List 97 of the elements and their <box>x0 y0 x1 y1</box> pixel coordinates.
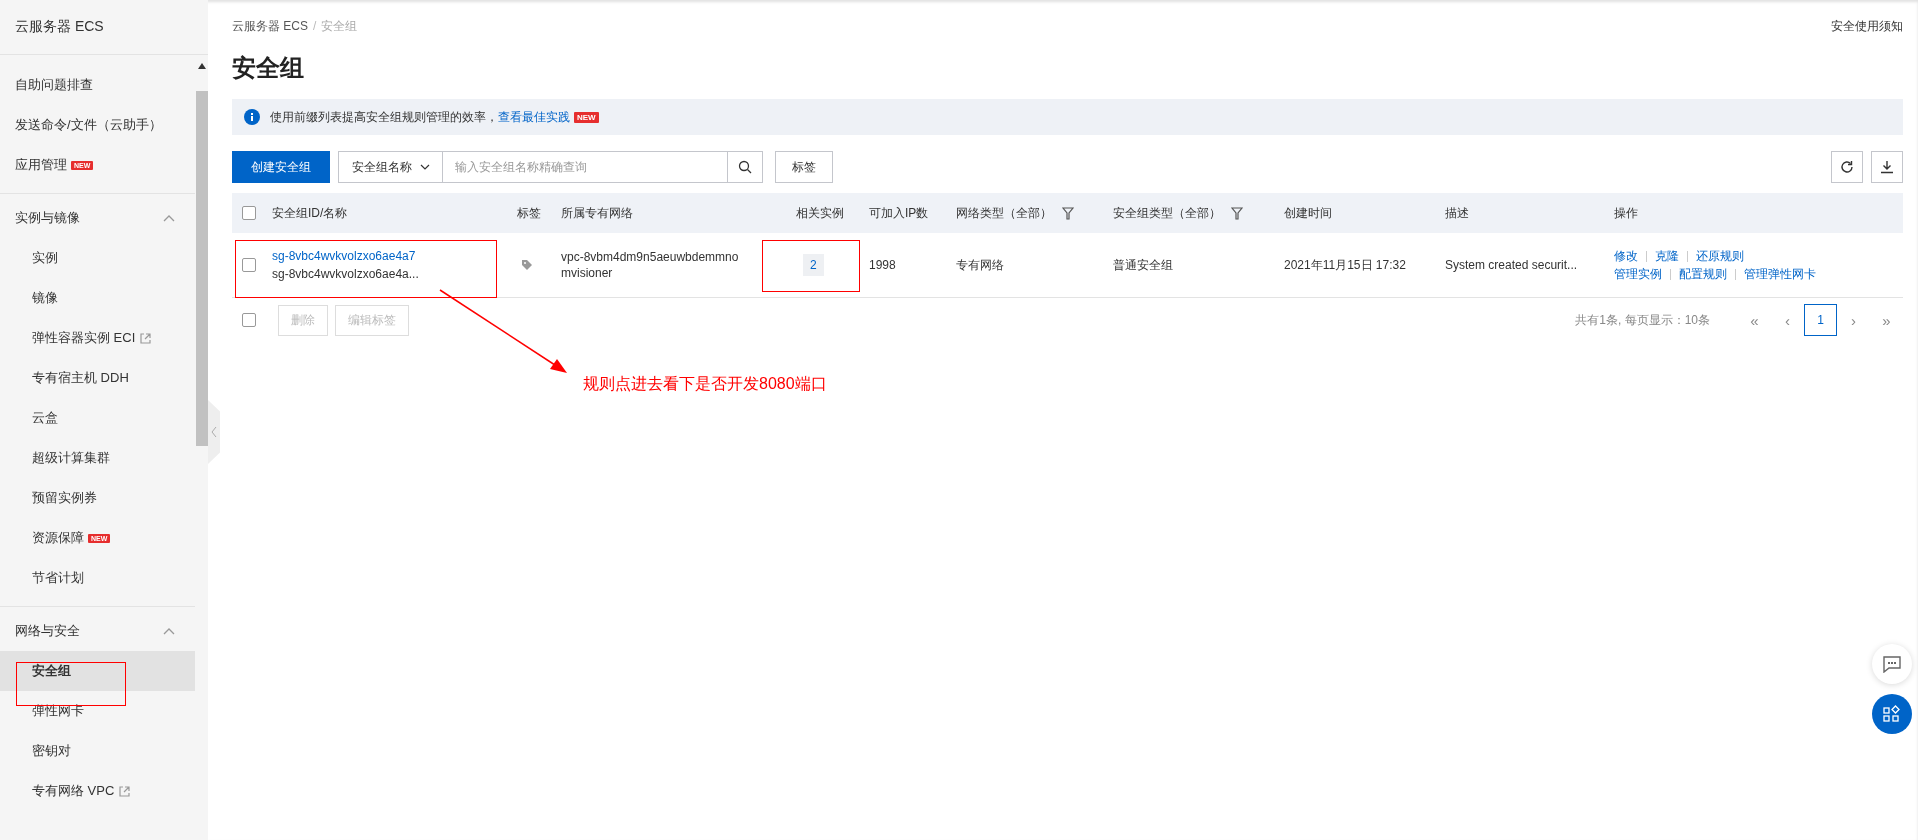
sidebar-item-label: 资源保障 <box>32 529 84 547</box>
scroll-up-icon[interactable] <box>197 63 206 69</box>
sidebar-group-title[interactable]: 实例与镜像 <box>15 209 80 227</box>
sidebar-item[interactable]: 预留实例券 <box>0 478 195 518</box>
column-header-label: 安全组类型（全部） <box>1113 204 1221 222</box>
sidebar-item[interactable]: 弹性容器实例 ECI <box>0 318 195 358</box>
network-type: 专有网络 <box>956 256 1004 274</box>
column-header-label: 标签 <box>517 204 541 222</box>
action-link[interactable]: 配置规则 <box>1679 266 1727 282</box>
previous-page-button[interactable]: ‹ <box>1771 304 1804 336</box>
info-icon <box>244 109 260 125</box>
sidebar-item-label: 节省计划 <box>32 569 84 587</box>
sidebar-item[interactable]: 实例 <box>0 238 195 278</box>
download-icon <box>1880 160 1894 174</box>
sidebar-item[interactable]: 云盒 <box>0 398 195 438</box>
vpc-name: vpc-8vbm4dm9n5aeuwbdemmnomvisioner <box>561 249 739 281</box>
next-page-button[interactable]: › <box>1837 304 1870 336</box>
tag-icon[interactable] <box>521 259 533 271</box>
select-all-checkbox[interactable] <box>242 206 256 220</box>
chat-button[interactable] <box>1872 644 1912 684</box>
new-badge: NEW <box>574 111 599 123</box>
sidebar-item-label: 弹性容器实例 ECI <box>32 329 136 347</box>
action-link[interactable]: 管理弹性网卡 <box>1744 266 1816 282</box>
action-link[interactable]: 还原规则 <box>1696 248 1744 264</box>
scrollbar-thumb[interactable] <box>195 91 208 446</box>
notice-text: 使用前缀列表提高安全组规则管理的效率， <box>270 108 498 126</box>
group-name: sg-8vbc4wvkvolzxo6ae4a... <box>272 266 419 282</box>
refresh-icon <box>1840 160 1854 174</box>
column-header-label: 网络类型（全部） <box>956 204 1052 222</box>
filter-icon[interactable] <box>1231 206 1243 220</box>
sidebar-item[interactable]: 发送命令/文件（云助手） <box>0 105 195 145</box>
description: System created securit... <box>1445 258 1578 272</box>
ip-count: 1998 <box>869 258 896 272</box>
sidebar-item[interactable]: 超级计算集群 <box>0 438 195 478</box>
sidebar-title: 云服务器 ECS <box>0 0 208 55</box>
help-link[interactable]: 安全使用须知 <box>1831 18 1903 34</box>
column-header-label: 描述 <box>1445 204 1469 222</box>
column-header-label: 所属专有网络 <box>561 204 633 222</box>
action-link[interactable]: 修改 <box>1614 248 1638 264</box>
column-header-label: 操作 <box>1614 204 1638 222</box>
group-type: 普通安全组 <box>1113 256 1173 274</box>
sidebar-group-title[interactable]: 网络与安全 <box>15 622 80 640</box>
column-header-label: 可加入IP数 <box>869 204 929 222</box>
external-link-icon <box>119 785 131 797</box>
external-link-icon <box>140 332 152 344</box>
sidebar-item[interactable]: 专有网络 VPC <box>0 771 195 811</box>
sidebar-item[interactable]: 镜像 <box>0 278 195 318</box>
select-all-checkbox[interactable] <box>242 313 256 327</box>
sidebar-item-label: 自助问题排查 <box>15 76 93 94</box>
sidebar-item-label: 专有宿主机 DDH <box>32 369 129 387</box>
sidebar-item-label: 发送命令/文件（云助手） <box>15 116 162 134</box>
sidebar-item-label: 实例 <box>32 249 58 267</box>
breadcrumb-item[interactable]: 云服务器 ECS <box>232 19 308 33</box>
sidebar-item-label: 云盒 <box>32 409 58 427</box>
sidebar-item-label: 安全组 <box>32 662 71 680</box>
page-button[interactable]: 1 <box>1804 304 1837 336</box>
sidebar-item-label: 镜像 <box>32 289 58 307</box>
filter-icon[interactable] <box>1062 206 1074 220</box>
group-id-link[interactable]: sg-8vbc4wvkvolzxo6ae4a7 <box>272 248 419 264</box>
chat-icon <box>1883 655 1901 673</box>
apps-icon <box>1883 705 1901 723</box>
pagination-summary: 共有1条, 每页显示：10条 <box>1575 311 1710 329</box>
column-header-label: 相关实例 <box>796 204 844 222</box>
chevron-down-icon <box>420 164 430 170</box>
created-time: 2021年11月15日 17:32 <box>1284 256 1406 274</box>
sidebar-item[interactable]: 专有宿主机 DDH <box>0 358 195 398</box>
breadcrumb-item: 安全组 <box>321 19 358 33</box>
column-header-label: 安全组ID/名称 <box>272 204 348 222</box>
column-header-label: 创建时间 <box>1284 204 1332 222</box>
sidebar-item[interactable]: 密钥对 <box>0 731 195 771</box>
sidebar-item[interactable]: 安全组 <box>0 651 195 691</box>
chevron-up-icon[interactable] <box>163 214 175 222</box>
apps-button[interactable] <box>1872 694 1912 734</box>
sidebar-item-label: 专有网络 VPC <box>32 782 115 800</box>
row-checkbox[interactable] <box>242 258 256 272</box>
sidebar-item-label: 应用管理 <box>15 156 67 174</box>
breadcrumb-separator: / <box>313 19 317 33</box>
sidebar-item[interactable]: 自助问题排查 <box>0 65 195 105</box>
page-title: 安全组 <box>232 53 305 83</box>
action-link[interactable]: 克隆 <box>1655 248 1679 264</box>
refresh-button[interactable] <box>1831 151 1863 183</box>
related-count[interactable]: 2 <box>803 254 824 276</box>
action-link[interactable]: 管理实例 <box>1614 266 1662 282</box>
create-button[interactable]: 创建安全组 <box>232 151 330 183</box>
sidebar-item-label: 密钥对 <box>32 742 71 760</box>
search-icon[interactable] <box>738 160 752 174</box>
best-practice-link[interactable]: 查看最佳实践 <box>498 108 570 126</box>
chevron-up-icon[interactable] <box>163 627 175 635</box>
sidebar-item[interactable]: 节省计划 <box>0 558 195 598</box>
first-page-button[interactable]: « <box>1738 304 1771 336</box>
tag-button[interactable]: 标签 <box>775 151 833 183</box>
download-button[interactable] <box>1871 151 1903 183</box>
annotation-text: 规则点进去看下是否开发8080端口 <box>583 374 827 394</box>
last-page-button[interactable]: » <box>1870 304 1903 336</box>
sidebar-item-label: 预留实例券 <box>32 489 97 507</box>
sidebar-item-label: 超级计算集群 <box>32 449 110 467</box>
search-field[interactable]: 安全组名称 输入安全组名称精确查询 <box>338 151 763 183</box>
